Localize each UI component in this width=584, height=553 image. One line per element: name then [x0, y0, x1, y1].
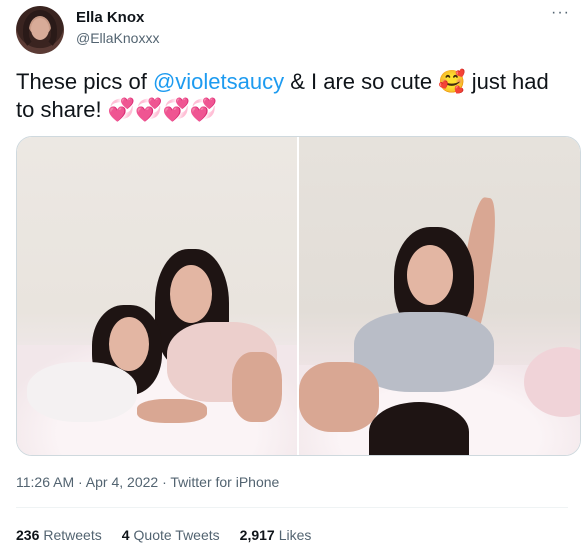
photo-2[interactable] [299, 137, 580, 455]
divider [16, 507, 568, 508]
face-right-person [170, 265, 212, 323]
engagement-stats: 236 Retweets 4 Quote Tweets 2,917 Likes [16, 527, 311, 543]
likes-stat[interactable]: 2,917 Likes [240, 527, 312, 543]
photo-1[interactable] [17, 137, 297, 455]
face-top-person [407, 245, 453, 305]
body-left-person [27, 362, 137, 422]
tweet-source[interactable]: Twitter for iPhone [170, 474, 279, 490]
tweet-time[interactable]: 11:26 AM [16, 474, 74, 490]
tweet-timestamp: 11:26 AM · Apr 4, 2022 · Twitter for iPh… [16, 474, 279, 490]
retweets-stat[interactable]: 236 Retweets [16, 527, 102, 543]
face-left-person [109, 317, 149, 371]
tweet-text-before: These pics of [16, 69, 153, 94]
arm-top-person [299, 362, 379, 432]
quote-tweets-count: 4 [121, 527, 130, 543]
separator: · [158, 474, 171, 490]
likes-count: 2,917 [239, 527, 275, 543]
media-grid [16, 136, 581, 456]
retweets-label: Retweets [43, 527, 102, 543]
author-handle[interactable]: @EllaKnoxxx [76, 30, 159, 46]
mention-link[interactable]: @violetsaucy [153, 69, 284, 94]
hair-bottom-person [369, 402, 469, 455]
retweets-count: 236 [16, 527, 40, 543]
arms-left-person [137, 399, 207, 423]
more-options-icon[interactable]: ··· [551, 4, 570, 22]
likes-label: Likes [278, 527, 312, 543]
separator: · [74, 474, 86, 490]
leg-right-person [232, 352, 282, 422]
quote-tweets-label: Quote Tweets [133, 527, 220, 543]
author-name[interactable]: Ella Knox [76, 9, 144, 26]
avatar[interactable] [16, 6, 64, 54]
avatar-face [31, 18, 49, 40]
quote-tweets-stat[interactable]: 4 Quote Tweets [122, 527, 220, 543]
tweet-text: These pics of @violetsaucy & I are so cu… [16, 68, 572, 124]
tweet-date[interactable]: Apr 4, 2022 [86, 474, 158, 490]
